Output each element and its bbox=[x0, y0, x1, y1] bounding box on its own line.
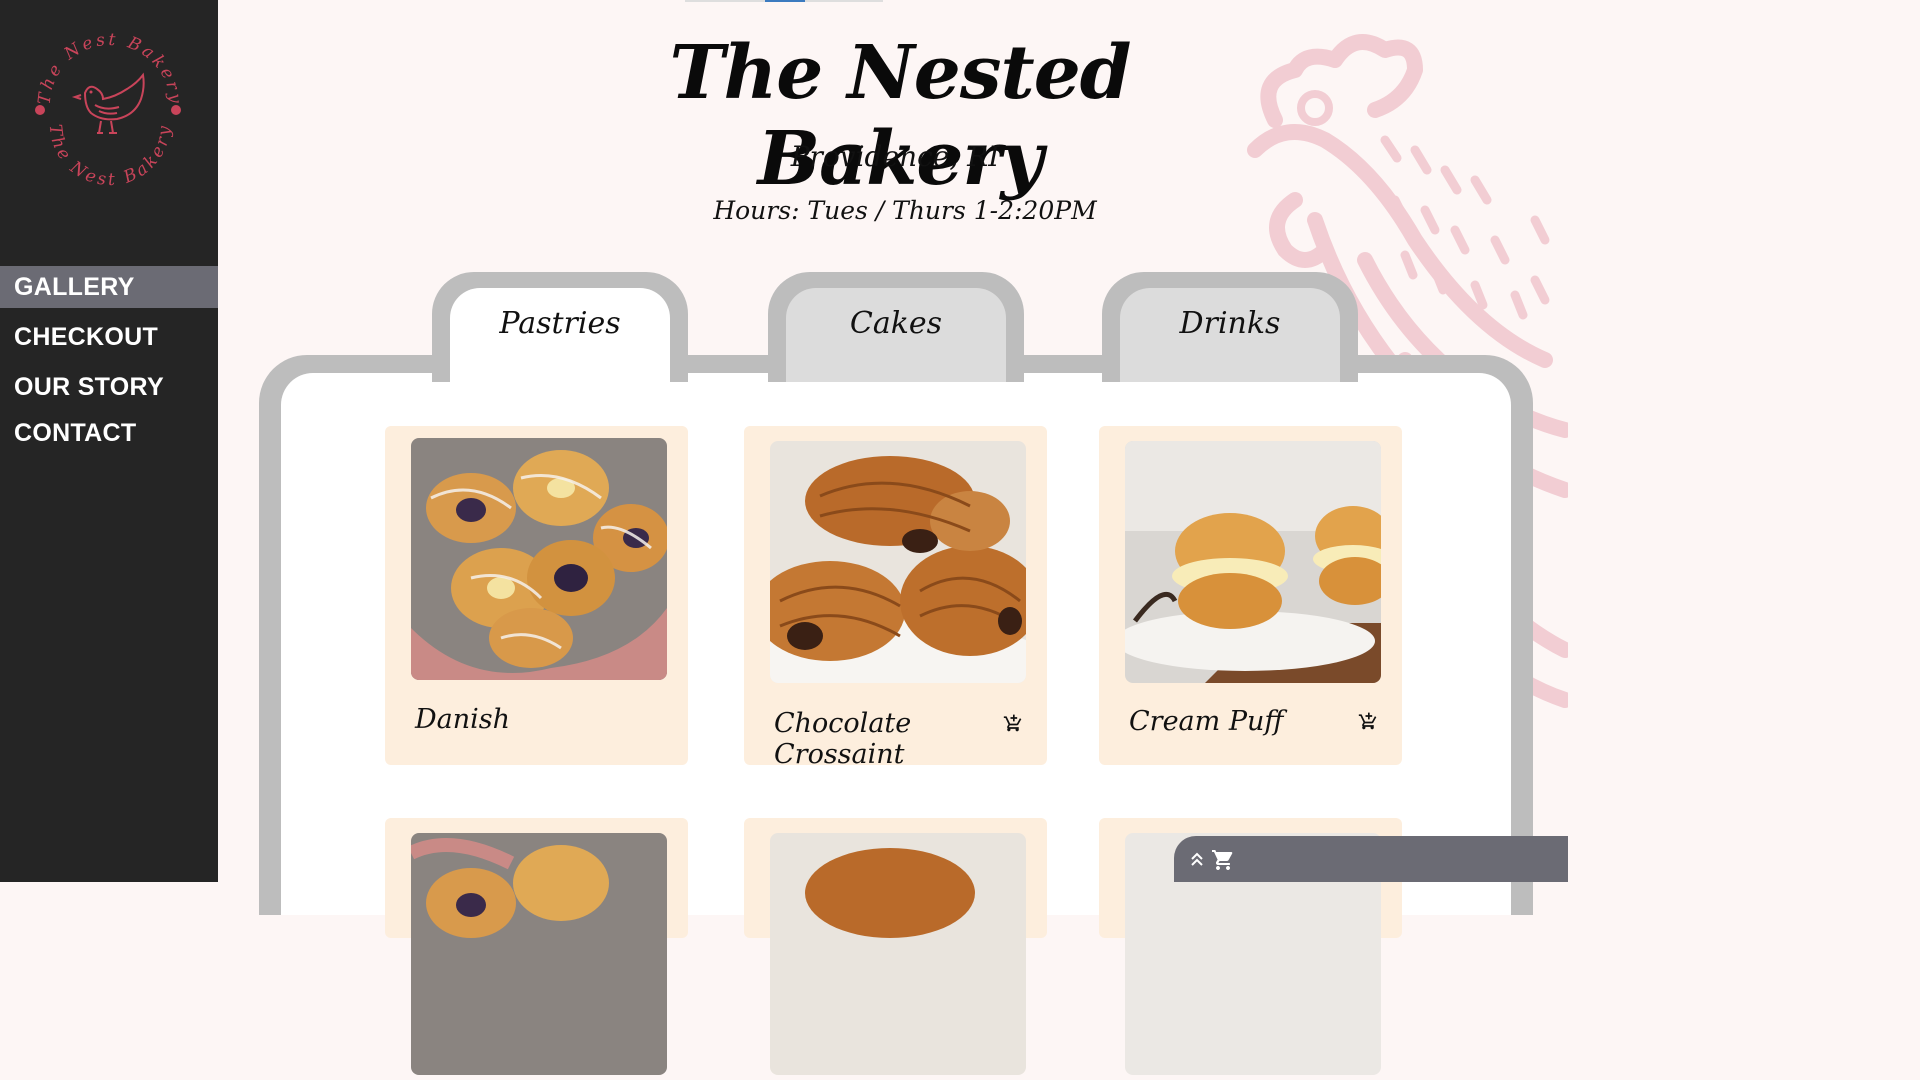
svg-text:The Nest Bakery: The Nest Bakery bbox=[35, 30, 186, 107]
expand-up-icon[interactable] bbox=[1190, 852, 1204, 868]
nav-contact[interactable]: CONTACT bbox=[0, 412, 218, 454]
product-card[interactable] bbox=[385, 818, 688, 1075]
chocolate-croissant-photo bbox=[770, 441, 1026, 683]
sidebar: The Nest Bakery The Nest Bakery GALLERY … bbox=[0, 0, 218, 882]
nav-gallery[interactable]: GALLERY bbox=[0, 266, 218, 308]
tab-cakes[interactable]: Cakes bbox=[768, 272, 1024, 382]
add-to-cart-icon[interactable] bbox=[1358, 711, 1378, 731]
tab-drinks[interactable]: Drinks bbox=[1102, 272, 1358, 382]
add-to-cart-icon[interactable] bbox=[1003, 713, 1023, 733]
shopping-cart-icon[interactable] bbox=[1210, 848, 1236, 872]
tab-drinks-label: Drinks bbox=[1120, 288, 1340, 382]
product-card[interactable] bbox=[744, 818, 1047, 1075]
location-text: Providence, RI bbox=[790, 140, 1000, 173]
nav-checkout[interactable]: CHECKOUT bbox=[0, 316, 218, 358]
cart-drawer-toggle[interactable] bbox=[1174, 836, 1568, 882]
product-card-chocolate-crossaint[interactable]: Chocolate Crossaint bbox=[744, 426, 1047, 770]
product-photo bbox=[770, 833, 1026, 1075]
nav-our-story[interactable]: OUR STORY bbox=[0, 366, 218, 408]
product-card-cream-puff[interactable]: Cream Puff bbox=[1099, 426, 1402, 765]
cream-puff-photo bbox=[1125, 441, 1381, 683]
tab-pastries[interactable]: Pastries bbox=[432, 272, 688, 384]
tab-pastries-label: Pastries bbox=[450, 288, 670, 384]
product-name: Danish bbox=[415, 704, 511, 735]
bakery-logo[interactable]: The Nest Bakery The Nest Bakery bbox=[25, 25, 195, 195]
product-card-danish[interactable]: Danish bbox=[385, 426, 688, 765]
product-name: Cream Puff bbox=[1129, 706, 1284, 737]
danish-photo bbox=[411, 438, 667, 680]
main-nav: GALLERY CHECKOUT OUR STORY CONTACT bbox=[0, 266, 218, 462]
tab-cakes-label: Cakes bbox=[786, 288, 1006, 382]
scroll-indicator bbox=[685, 0, 883, 2]
hours-text: Hours: Tues / Thurs 1-2:20PM bbox=[713, 196, 1097, 225]
product-photo bbox=[411, 833, 667, 1075]
page-title: The Nested Bakery bbox=[669, 30, 1131, 202]
